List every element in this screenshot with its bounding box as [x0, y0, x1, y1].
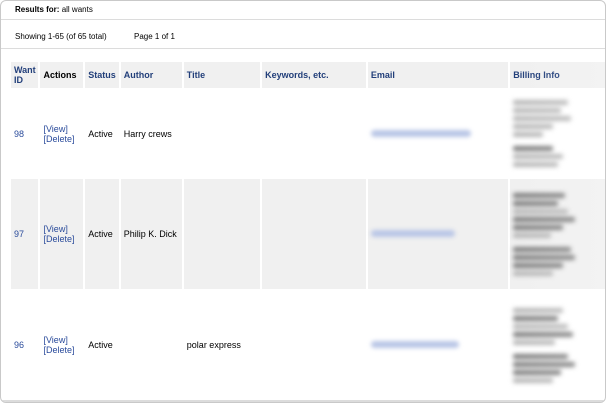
status-cell: Active: [88, 340, 113, 350]
keywords-cell: [262, 88, 366, 179]
table-header-row: Want ID Actions Status Author Title Keyw…: [11, 62, 605, 88]
author-cell: Harry crews: [123, 128, 172, 139]
col-actions: Actions: [40, 62, 84, 88]
author-cell: [121, 289, 182, 401]
col-want-id[interactable]: Want ID: [11, 62, 39, 88]
email-cell[interactable]: [368, 88, 508, 179]
redacted-email: [370, 230, 455, 237]
view-link[interactable]: [View]: [43, 335, 67, 345]
email-cell[interactable]: [368, 289, 508, 401]
col-author[interactable]: Author: [120, 62, 182, 88]
want-id-link[interactable]: 97: [14, 229, 24, 239]
want-id-link[interactable]: 96: [14, 340, 24, 350]
results-for-label: Results for:: [15, 5, 60, 14]
title-cell: [183, 179, 261, 289]
redacted-email: [370, 129, 471, 137]
email-cell[interactable]: [367, 179, 509, 289]
status-cell: Active: [85, 179, 119, 289]
delete-link[interactable]: [Delete]: [43, 234, 74, 244]
results-for: Results for: all wants: [15, 5, 93, 14]
col-status[interactable]: Status: [85, 62, 119, 88]
table-row: 97 [View] [Delete] Active Philip K. Dick: [11, 179, 605, 289]
status-cell: Active: [88, 128, 113, 139]
table-row: 96 [View] [Delete] Active polar express: [11, 289, 605, 401]
col-keywords[interactable]: Keywords, etc.: [262, 62, 366, 88]
col-title[interactable]: Title: [183, 62, 261, 88]
bottom-border: [1, 400, 605, 402]
billing-cell: [510, 88, 605, 179]
billing-cell: [510, 289, 605, 401]
divider: [1, 48, 605, 49]
keywords-cell: [262, 179, 366, 289]
title-cell: polar express: [186, 340, 241, 350]
results-panel: Results for: all wants Showing 1-65 (of …: [0, 0, 606, 403]
view-link[interactable]: [View]: [43, 124, 67, 134]
view-link[interactable]: [View]: [43, 224, 67, 234]
delete-link[interactable]: [Delete]: [43, 134, 74, 144]
redacted-billing: [513, 100, 604, 167]
billing-cell: [510, 179, 605, 289]
redacted-billing: [513, 192, 604, 276]
want-id-link[interactable]: 98: [14, 129, 24, 139]
keywords-cell: [262, 289, 366, 401]
page-indicator: Page 1 of 1: [134, 32, 175, 41]
title-cell: [184, 88, 260, 179]
author-cell: Philip K. Dick: [120, 179, 182, 289]
showing-count: Showing 1-65 (of 65 total): [15, 32, 107, 41]
divider: [1, 19, 605, 20]
wants-table: Want ID Actions Status Author Title Keyw…: [9, 62, 605, 401]
table-row: 98 [View] [Delete] Active Harry crews: [11, 88, 605, 179]
results-for-value: all wants: [61, 5, 93, 14]
redacted-billing: [513, 307, 604, 383]
col-email[interactable]: Email: [367, 62, 509, 88]
delete-link[interactable]: [Delete]: [43, 345, 74, 355]
col-billing-info[interactable]: Billing Info: [510, 62, 605, 88]
redacted-email: [370, 341, 459, 348]
